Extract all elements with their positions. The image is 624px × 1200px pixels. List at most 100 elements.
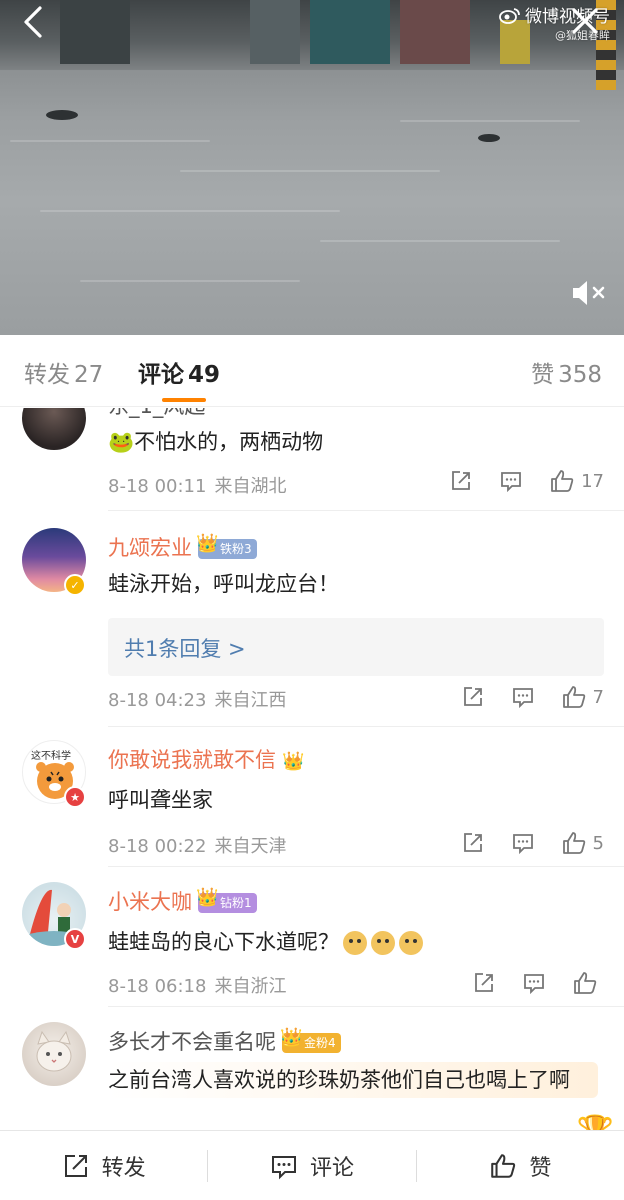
comment-icon xyxy=(524,974,544,995)
comment-username[interactable]: 九颂宏业 👑 铁粉3 xyxy=(108,532,257,562)
comment-text: 蛙泳开始，呼叫龙应台！ xyxy=(108,572,339,596)
comment-item: 多长才不会重名呢👑金粉4 之前台湾人喜欢说的珍珠奶茶他们自己也喝上了啊 🏆 xyxy=(0,1006,624,1130)
share-button[interactable] xyxy=(449,469,473,493)
share-button[interactable] xyxy=(461,685,485,709)
cat-avatar-icon xyxy=(36,1030,72,1072)
comment-text: 呼叫聋坐家 xyxy=(108,788,213,812)
verified-badge: ✓ xyxy=(64,574,86,596)
like-button[interactable]: 7 xyxy=(561,684,604,710)
video-debris xyxy=(46,110,78,120)
comment-username-text: 小米大咖 xyxy=(108,890,192,914)
video-debris xyxy=(478,134,500,142)
verified-badge: V xyxy=(64,928,86,950)
comment-meta: 8-18 00:11 来自湖北 xyxy=(108,472,286,498)
frog-emoji: 🐸 xyxy=(108,430,135,454)
comment-location: 来自浙江 xyxy=(214,976,287,997)
comment-tabs: 转发 27 评论 49 赞 358 xyxy=(0,335,624,407)
comment-text: 🐸不怕水的，两栖动物 xyxy=(108,426,598,458)
like-button[interactable]: 17 xyxy=(549,468,604,494)
reply-button[interactable] xyxy=(499,469,523,493)
close-icon[interactable] xyxy=(568,4,602,38)
comment-text: 之前台湾人喜欢说的珍珠奶茶他们自己也喝上了啊 xyxy=(108,1062,598,1098)
mute-icon[interactable] xyxy=(570,278,608,308)
like-post-button[interactable]: 赞 xyxy=(417,1131,624,1200)
like-count: 7 xyxy=(592,686,604,708)
comment-username[interactable]: 东_1_风起 xyxy=(108,408,205,420)
avatar[interactable] xyxy=(22,1022,86,1086)
like-icon xyxy=(574,972,597,994)
comment-username[interactable]: 你敢说我就敢不信 👑 xyxy=(108,744,304,774)
doge-emoji-icon xyxy=(371,931,395,955)
comment-actions: 7 xyxy=(435,684,604,710)
reply-button[interactable] xyxy=(522,971,546,995)
crown-icon: 👑 xyxy=(282,751,305,772)
fan-badge: 👑 金粉4 xyxy=(280,1028,341,1053)
comment-label: 评论 xyxy=(309,1155,354,1181)
share-icon xyxy=(463,687,482,706)
tab-comments-label: 评论 xyxy=(138,362,184,388)
tab-repost-label: 转发 xyxy=(24,362,70,388)
repost-button[interactable]: 转发 xyxy=(0,1131,207,1200)
comment-meta: 8-18 00:22 来自天津 xyxy=(108,832,286,858)
doge-emoji-icon xyxy=(343,931,367,955)
tab-repost-count: 27 xyxy=(74,362,104,388)
back-icon[interactable] xyxy=(14,2,54,42)
comment-item: 东_1_风起 🐸不怕水的，两栖动物 8-18 00:11 来自湖北 17 xyxy=(0,408,624,512)
avatar[interactable] xyxy=(22,408,86,450)
fan-badge-label: 钻粉1 xyxy=(220,896,252,910)
share-button[interactable] xyxy=(461,831,485,855)
fan-badge: 👑 铁粉3 xyxy=(196,534,257,559)
like-icon xyxy=(562,832,585,854)
comment-item: V 小米大咖 👑 钻粉1 蛙蛙岛的良心下水道呢？ 8-18 06:18 来自浙江 xyxy=(0,866,624,1007)
like-icon xyxy=(562,686,585,708)
comment-icon xyxy=(501,472,521,493)
share-icon xyxy=(463,833,482,852)
like-icon xyxy=(551,470,574,492)
comment-time: 8-18 06:18 xyxy=(108,976,207,997)
video-player[interactable]: 微博视频号 @狐姐春眸 xyxy=(0,0,624,335)
fan-badge: 👑 钻粉1 xyxy=(196,888,257,913)
comment-item: ✓ 九颂宏业 👑 铁粉3 蛙泳开始，呼叫龙应台！ 共1条回复 > 8-18 04:2… xyxy=(0,512,624,727)
verified-badge: ★ xyxy=(64,786,86,808)
comment-time: 8-18 00:22 xyxy=(108,836,207,857)
comment-item: 这不科学 ★ 你敢说我就敢不信 👑 呼叫聋坐家 8-18 00:22 来自天津 5 xyxy=(0,726,624,867)
comment-username-text: 九颂宏业 xyxy=(108,536,192,560)
like-count: 5 xyxy=(592,832,604,854)
video-building xyxy=(250,0,300,64)
comment-text: 蛙蛙岛的良心下水道呢？ xyxy=(108,926,598,958)
share-icon xyxy=(452,471,470,490)
tab-repost[interactable]: 转发 27 xyxy=(24,355,103,389)
like-count: 17 xyxy=(581,470,604,492)
reply-button[interactable] xyxy=(511,831,535,855)
like-button[interactable] xyxy=(572,970,604,996)
comment-location: 来自江西 xyxy=(214,690,287,711)
like-button[interactable]: 5 xyxy=(561,830,604,856)
comment-location: 来自天津 xyxy=(214,836,287,857)
repost-label: 转发 xyxy=(101,1155,146,1181)
reply-thread-link[interactable]: 共1条回复 > xyxy=(108,618,604,676)
tab-likes-label: 赞 xyxy=(531,362,555,388)
fan-badge-label: 铁粉3 xyxy=(220,542,252,556)
crown-icon: 👑 xyxy=(280,1027,303,1048)
comment-button[interactable]: 评论 xyxy=(208,1131,415,1200)
share-button[interactable] xyxy=(472,971,496,995)
fan-badge-label: 金粉4 xyxy=(304,1036,336,1050)
share-icon xyxy=(475,973,493,992)
comment-icon xyxy=(512,834,533,855)
video-building xyxy=(310,0,390,64)
comment-meta: 8-18 06:18 来自浙江 xyxy=(108,972,286,998)
gold-fan-decoration-icon: 🏆 xyxy=(577,1114,614,1130)
comment-username-text: 多长才不会重名呢 xyxy=(108,1030,276,1054)
doge-emoji-icon xyxy=(399,931,423,955)
comment-icon xyxy=(512,688,533,709)
comment-username[interactable]: 多长才不会重名呢 👑 金粉4 xyxy=(108,1026,341,1056)
comment-username-text: 你敢说我就敢不信 xyxy=(108,748,276,772)
comment-meta: 8-18 04:23 来自江西 xyxy=(108,686,286,712)
like-icon xyxy=(491,1153,516,1178)
comment-username[interactable]: 小米大咖 👑 钻粉1 xyxy=(108,886,257,916)
weibo-logo-icon xyxy=(499,7,520,24)
reply-button[interactable] xyxy=(511,685,535,709)
comment-text-content: 不怕水的，两栖动物 xyxy=(134,430,324,454)
tab-likes[interactable]: 赞 358 xyxy=(531,355,602,389)
tab-comments[interactable]: 评论 49 xyxy=(138,355,220,389)
